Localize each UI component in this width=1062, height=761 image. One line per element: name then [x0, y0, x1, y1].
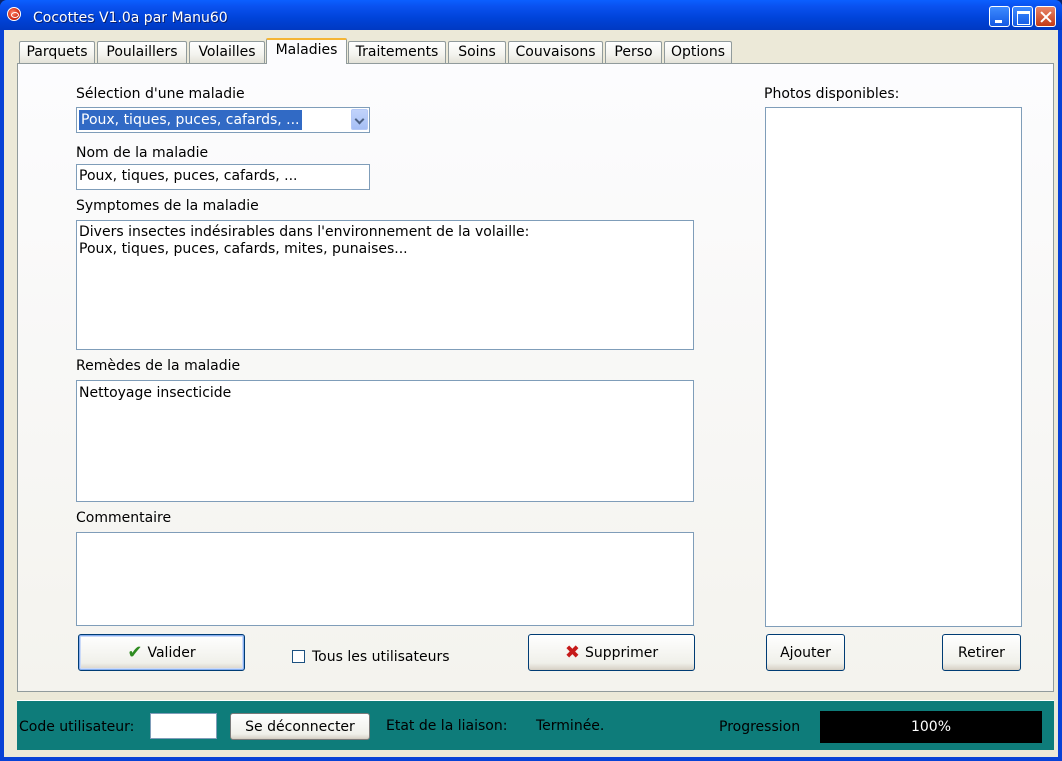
maximize-button[interactable]: [1012, 6, 1033, 27]
delete-button-label: Supprimer: [584, 644, 659, 661]
client-area: Parquets Poulaillers Volailles Maladies …: [4, 30, 1058, 757]
disconnect-button[interactable]: Se déconnecter: [230, 713, 370, 740]
app-icon[interactable]: [7, 7, 21, 21]
name-label: Nom de la maladie: [76, 145, 209, 161]
symptoms-label: Symptomes de la maladie: [76, 198, 259, 214]
symptoms-value: Divers insectes indésirables dans l'envi…: [79, 224, 530, 257]
remedies-label: Remèdes de la maladie: [76, 358, 241, 374]
remove-photo-label: Retirer: [958, 644, 1005, 661]
title-bar[interactable]: Cocottes V1.0a par Manu60: [0, 0, 1062, 30]
progress-text: 100%: [910, 719, 952, 735]
tab-options[interactable]: Options: [664, 41, 732, 63]
remove-photo-button[interactable]: Retirer: [942, 634, 1021, 671]
tab-poulaillers[interactable]: Poulaillers: [97, 41, 187, 63]
tab-couvaisons[interactable]: Couvaisons: [508, 41, 603, 63]
disease-select-value: Poux, tiques, puces, cafards, ...: [79, 110, 302, 130]
close-button[interactable]: [1035, 6, 1056, 27]
delete-button[interactable]: ✖ Supprimer: [528, 634, 695, 671]
remedies-textarea[interactable]: Nettoyage insecticide: [76, 380, 694, 502]
add-photo-button[interactable]: Ajouter: [766, 634, 845, 671]
tab-soins[interactable]: Soins: [448, 41, 506, 63]
progress-bar: 100%: [820, 711, 1042, 743]
validate-button-label: Valider: [147, 644, 196, 661]
selection-label: Sélection d'une maladie: [76, 86, 245, 102]
tab-volailles[interactable]: Volailles: [189, 41, 265, 63]
disease-name-value: Poux, tiques, puces, cafards, ...: [79, 168, 298, 184]
maladies-panel: Sélection d'une maladie Poux, tiques, pu…: [17, 63, 1054, 692]
checkmark-icon: ✔: [127, 641, 143, 663]
progress-label: Progression: [719, 719, 801, 735]
window-title: Cocottes V1.0a par Manu60: [33, 10, 228, 26]
add-photo-label: Ajouter: [780, 644, 831, 661]
all-users-label[interactable]: Tous les utilisateurs: [312, 649, 450, 665]
user-code-label: Code utilisateur:: [19, 719, 135, 735]
user-code-input[interactable]: [150, 713, 217, 739]
tab-maladies[interactable]: Maladies: [266, 38, 347, 64]
disease-select[interactable]: Poux, tiques, puces, cafards, ...: [76, 107, 370, 133]
disconnect-label: Se déconnecter: [245, 718, 355, 735]
photos-list[interactable]: [765, 107, 1022, 627]
link-state-label: Etat de la liaison:: [386, 718, 508, 734]
tab-perso[interactable]: Perso: [605, 41, 662, 63]
symptoms-textarea[interactable]: Divers insectes indésirables dans l'envi…: [76, 220, 694, 350]
photos-label: Photos disponibles:: [764, 86, 900, 102]
status-bar: Code utilisateur: Se déconnecter Etat de…: [17, 700, 1054, 750]
delete-x-icon: ✖: [564, 641, 580, 663]
comment-textarea[interactable]: [76, 532, 694, 626]
tab-traitements[interactable]: Traitements: [348, 41, 446, 63]
validate-button[interactable]: ✔ Valider: [78, 634, 245, 671]
tab-parquets[interactable]: Parquets: [19, 41, 95, 63]
comment-label: Commentaire: [76, 510, 172, 526]
chevron-down-icon[interactable]: [351, 109, 368, 130]
minimize-button[interactable]: [989, 6, 1010, 27]
app-window: Cocottes V1.0a par Manu60 Parquets Poula…: [0, 0, 1062, 761]
all-users-checkbox[interactable]: [292, 650, 305, 663]
remedies-value: Nettoyage insecticide: [79, 385, 232, 401]
link-state-value: Terminée.: [536, 718, 605, 734]
disease-name-input[interactable]: Poux, tiques, puces, cafards, ...: [76, 164, 370, 190]
